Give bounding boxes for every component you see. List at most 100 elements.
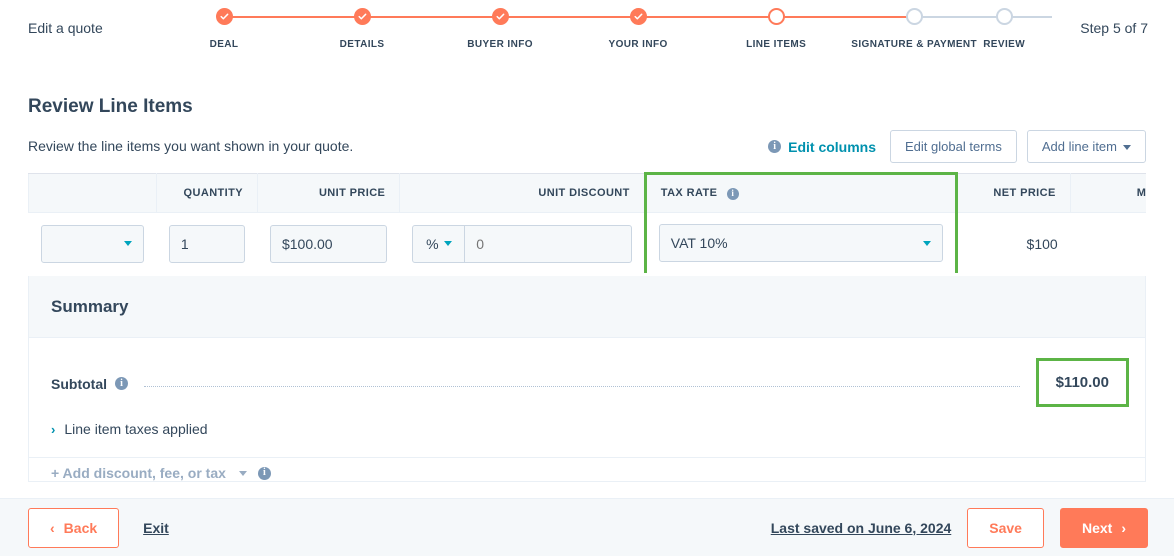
info-icon: i [768, 140, 781, 153]
info-icon: i [727, 188, 739, 200]
wizard-footer: ‹ Back Exit Last saved on June 6, 2024 S… [0, 498, 1174, 556]
stepper-label: DETAILS [340, 39, 385, 50]
wizard-stepper: DEAL DETAILS BUYER INFO YOUR INFO LINE ITEMS… [155, 8, 1025, 50]
stepper-step-review[interactable]: REVIEW [983, 8, 1025, 50]
stepper-label: SIGNATURE & PAYMENT [851, 39, 977, 50]
add-discount-fee-tax-button[interactable]: + Add discount, fee, or tax i [51, 465, 1123, 481]
chevron-down-icon [1123, 145, 1131, 150]
table-row: % VAT 10% $100 $0 [29, 213, 1147, 274]
stepper-step-buyer-info[interactable]: BUYER INFO [431, 8, 569, 50]
column-header-product [29, 174, 157, 213]
chevron-down-icon [239, 471, 247, 476]
cell-tax-rate: VAT 10% [645, 213, 956, 274]
column-header-unit-discount: UNIT DISCOUNT [400, 174, 645, 213]
stepper-label: REVIEW [983, 39, 1025, 50]
unit-price-input[interactable] [270, 225, 387, 263]
tax-rate-select[interactable]: VAT 10% [659, 224, 943, 262]
stepper-step-deal[interactable]: DEAL [155, 8, 293, 50]
cell-product [29, 213, 157, 274]
stepper-dot [630, 8, 647, 25]
stepper-step-your-info[interactable]: YOUR INFO [569, 8, 707, 50]
stepper-dot [996, 8, 1013, 25]
page-title: Review Line Items [28, 96, 193, 118]
column-header-net-price: NET PRICE [957, 174, 1070, 213]
stepper-dot [492, 8, 509, 25]
check-icon [634, 12, 643, 21]
unit-discount-input[interactable] [465, 226, 631, 262]
footer-right-group: Last saved on June 6, 2024 Save Next › [771, 508, 1148, 548]
back-label: Back [64, 520, 97, 536]
line-items-table: QUANTITY UNIT PRICE UNIT DISCOUNT TAX RA… [28, 172, 1146, 273]
summary-card: Summary Subtotal i $110.00 › Line item t… [28, 276, 1146, 482]
summary-heading: Summary [51, 297, 128, 317]
footer-left-group: ‹ Back Exit [28, 508, 169, 548]
chevron-left-icon: ‹ [50, 520, 55, 536]
edit-global-terms-button[interactable]: Edit global terms [890, 130, 1017, 163]
stepper-label: DEAL [210, 39, 239, 50]
dotted-leader [144, 386, 1020, 387]
line-item-taxes-toggle[interactable]: › Line item taxes applied [51, 421, 1123, 437]
stepper-label: LINE ITEMS [746, 39, 806, 50]
chevron-down-icon [444, 241, 452, 246]
column-header-tax-rate-label: TAX RATE [661, 187, 718, 199]
check-icon [496, 12, 505, 21]
check-icon [220, 12, 229, 21]
line-items-table-scroll[interactable]: QUANTITY UNIT PRICE UNIT DISCOUNT TAX RA… [28, 172, 1146, 273]
add-line-item-button[interactable]: Add line item [1027, 130, 1146, 163]
cell-mrr: $0 [1070, 213, 1146, 274]
edit-columns-button[interactable]: i Edit columns [768, 139, 880, 155]
summary-body: Subtotal i $110.00 › Line item taxes app… [29, 338, 1145, 481]
cell-unit-price [257, 213, 399, 274]
stepper-label: BUYER INFO [467, 39, 533, 50]
product-select[interactable] [41, 225, 144, 263]
cell-unit-discount: % [400, 213, 645, 274]
column-header-mrr: MRR [1070, 174, 1146, 213]
stepper-step-signature-payment[interactable]: SIGNATURE & PAYMENT [845, 8, 983, 50]
chevron-right-icon: › [51, 423, 55, 436]
add-line-item-label: Add line item [1042, 139, 1117, 154]
cell-net-price: $100 [957, 213, 1070, 274]
stepper-dot [768, 8, 785, 25]
table-header-row: QUANTITY UNIT PRICE UNIT DISCOUNT TAX RA… [29, 174, 1147, 213]
next-button[interactable]: Next › [1060, 508, 1148, 548]
discount-unit-select[interactable]: % [413, 226, 465, 262]
stepper-label: YOUR INFO [609, 39, 668, 50]
step-counter: Step 5 of 7 [1080, 20, 1148, 36]
chevron-down-icon [923, 241, 931, 246]
unit-discount-group: % [412, 225, 631, 263]
stepper-dot [216, 8, 233, 25]
info-icon: i [258, 467, 271, 480]
edit-columns-label: Edit columns [788, 139, 876, 155]
stepper-step-line-items[interactable]: LINE ITEMS [707, 8, 845, 50]
stepper-step-details[interactable]: DETAILS [293, 8, 431, 50]
cell-quantity [156, 213, 257, 274]
column-header-unit-price: UNIT PRICE [257, 174, 399, 213]
check-icon [358, 12, 367, 21]
info-icon: i [115, 377, 128, 390]
subtotal-label: Subtotal [51, 376, 107, 392]
quantity-input[interactable] [169, 225, 245, 263]
chevron-down-icon [124, 241, 132, 246]
add-discount-fee-tax-label: + Add discount, fee, or tax [51, 465, 226, 481]
back-button[interactable]: ‹ Back [28, 508, 119, 548]
subtotal-amount: $110.00 [1036, 358, 1129, 407]
summary-divider [29, 457, 1145, 458]
summary-header: Summary [29, 276, 1145, 338]
stepper-dot [354, 8, 371, 25]
line-item-taxes-label: Line item taxes applied [64, 421, 207, 437]
discount-unit-value: % [426, 236, 438, 252]
last-saved-link[interactable]: Last saved on June 6, 2024 [771, 520, 952, 536]
wizard-title: Edit a quote [28, 20, 103, 36]
chevron-right-icon: › [1121, 520, 1126, 536]
save-button[interactable]: Save [967, 508, 1044, 548]
wizard-header: Edit a quote DEAL DETAILS BUYER INFO YOUR I… [0, 0, 1174, 58]
exit-link[interactable]: Exit [143, 520, 169, 536]
stepper-dot [906, 8, 923, 25]
line-items-toolbar: i Edit columns Edit global terms Add lin… [768, 130, 1146, 163]
next-label: Next [1082, 520, 1112, 536]
subtotal-row: Subtotal i $110.00 [51, 360, 1123, 407]
page-subtitle: Review the line items you want shown in … [28, 138, 353, 154]
column-header-quantity: QUANTITY [156, 174, 257, 213]
tax-rate-value: VAT 10% [671, 235, 728, 251]
main-content: Review Line Items Review the line items … [0, 58, 1174, 498]
